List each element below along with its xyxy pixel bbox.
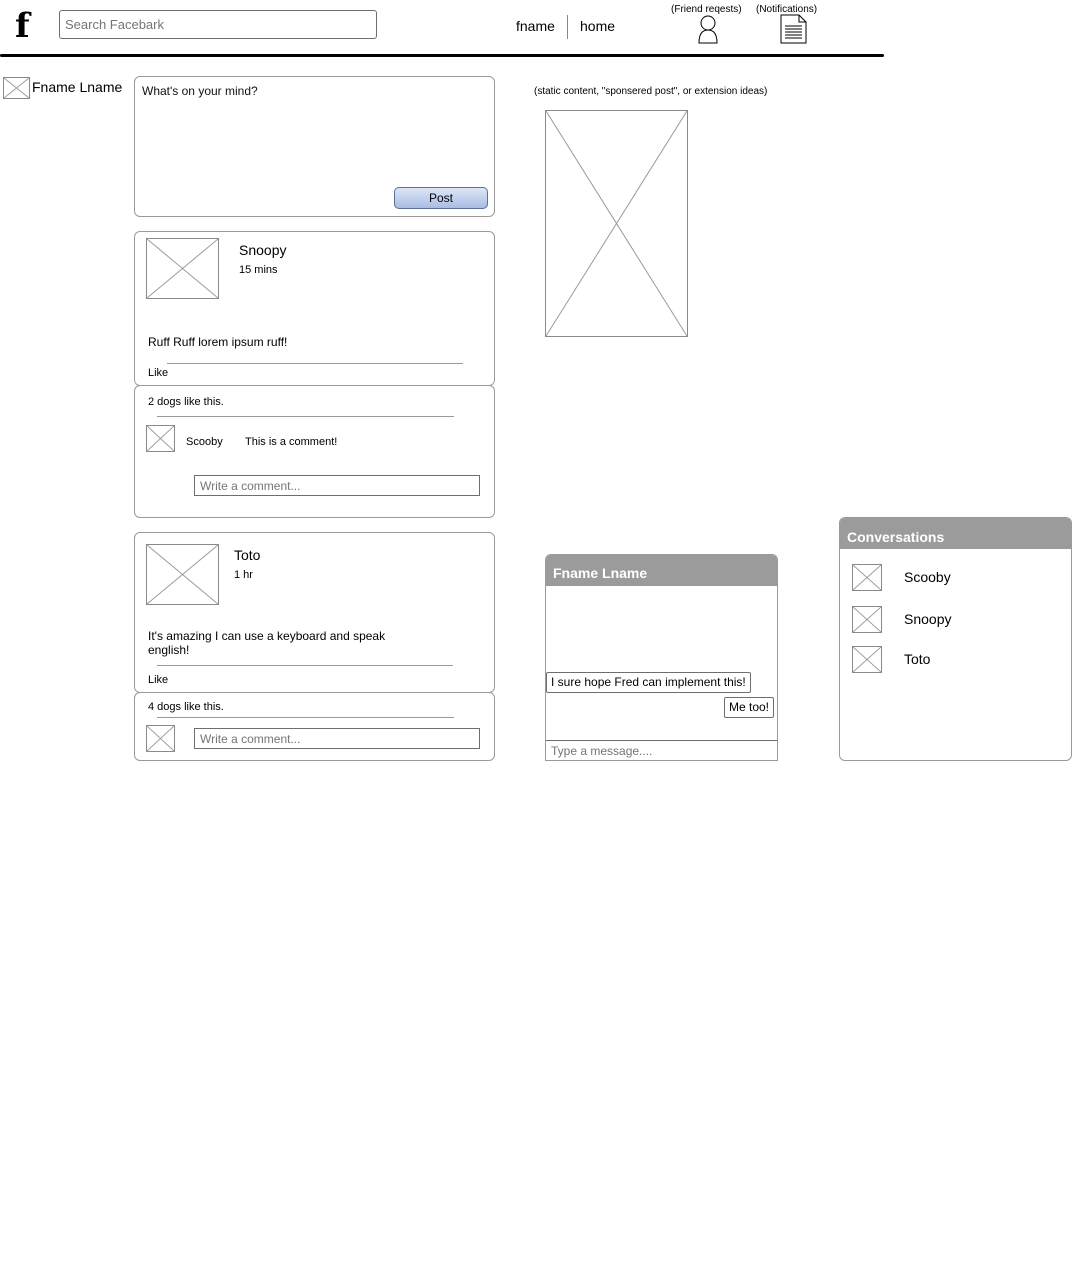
post-body-line-2: english! — [148, 643, 190, 657]
sponsored-image[interactable] — [545, 110, 688, 337]
post-divider — [167, 363, 463, 364]
facebark-logo[interactable]: f — [15, 6, 30, 46]
status-input[interactable]: What's on your mind? — [142, 84, 258, 98]
header-divider — [0, 54, 884, 57]
chat-message-received: I sure hope Fred can implement this! — [546, 672, 751, 693]
post-author-name[interactable]: Snoopy — [239, 242, 286, 258]
comment-author-avatar[interactable] — [146, 425, 175, 452]
conversation-item[interactable]: Snoopy — [904, 611, 951, 627]
nav-home-link[interactable]: home — [580, 18, 615, 34]
comment-input[interactable] — [194, 728, 480, 749]
comment-text: This is a comment! — [245, 436, 338, 448]
conversation-item[interactable]: Toto — [904, 651, 930, 667]
post-button[interactable]: Post — [394, 187, 488, 209]
likes-count[interactable]: 2 dogs like this. — [148, 396, 224, 408]
comments-divider — [157, 416, 454, 417]
post-author-avatar[interactable] — [146, 544, 219, 605]
chat-title[interactable]: Fname Lname — [546, 555, 777, 586]
notifications-icon[interactable] — [780, 14, 807, 44]
conversation-item[interactable]: Scooby — [904, 569, 951, 585]
conversation-avatar[interactable] — [852, 564, 882, 591]
post-body-line-1: It's amazing I can use a keyboard and sp… — [148, 629, 386, 643]
like-button[interactable]: Like — [148, 367, 168, 379]
user-avatar[interactable] — [3, 77, 30, 99]
friend-requests-icon[interactable] — [696, 14, 720, 44]
sponsored-note: (static content, "sponsered post", or ex… — [534, 86, 768, 97]
post-divider — [157, 665, 453, 666]
search-input[interactable] — [59, 10, 377, 39]
likes-count[interactable]: 4 dogs like this. — [148, 701, 224, 713]
conversations-panel: Conversations — [839, 517, 1072, 761]
conversation-avatar[interactable] — [852, 606, 882, 633]
comment-input[interactable] — [194, 475, 480, 496]
nav-divider — [567, 15, 568, 39]
comment-author-name[interactable]: Scooby — [186, 436, 223, 448]
chat-message-sent: Me too! — [724, 697, 775, 718]
like-button[interactable]: Like — [148, 674, 168, 686]
nav-profile-link[interactable]: fname — [516, 18, 555, 34]
post-author-avatar[interactable] — [146, 238, 219, 299]
conversations-title: Conversations — [840, 518, 1071, 549]
conversation-avatar[interactable] — [852, 646, 882, 673]
post-body: Ruff Ruff lorem ipsum ruff! — [148, 335, 288, 349]
chat-window: Fname Lname — [545, 554, 778, 761]
user-name[interactable]: Fname Lname — [32, 79, 122, 95]
commenter-avatar — [146, 725, 175, 752]
post-timestamp: 15 mins — [239, 264, 278, 276]
post-timestamp: 1 hr — [234, 569, 253, 581]
comments-divider — [157, 717, 454, 718]
chat-message-input[interactable] — [546, 740, 777, 760]
post-author-name[interactable]: Toto — [234, 547, 260, 563]
